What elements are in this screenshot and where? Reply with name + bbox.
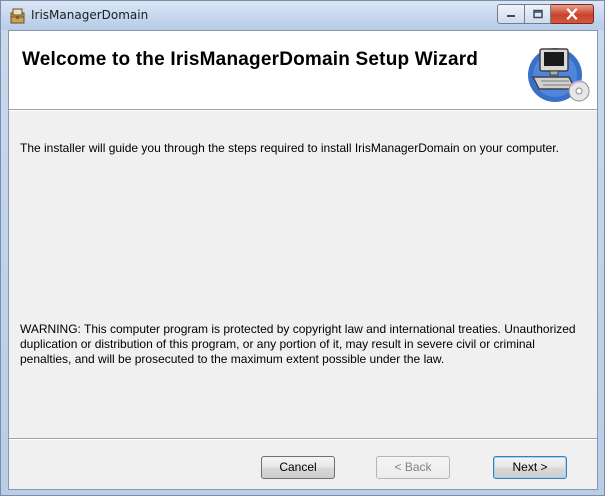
cancel-button[interactable]: Cancel [261, 456, 335, 479]
intro-text: The installer will guide you through the… [20, 141, 559, 155]
minimize-icon [507, 15, 515, 17]
dialog-client-area: Welcome to the IrisManagerDomain Setup W… [8, 30, 598, 490]
setup-window: IrisManagerDomain Welcome to the IrisMan… [0, 0, 605, 496]
caption-buttons [497, 4, 594, 24]
maximize-button[interactable] [525, 4, 551, 24]
installer-icon [10, 8, 25, 24]
title-bar[interactable]: IrisManagerDomain [1, 1, 604, 30]
button-divider [9, 438, 597, 440]
close-button[interactable] [551, 4, 594, 24]
copyright-warning: WARNING: This computer program is protec… [20, 322, 576, 366]
banner: Welcome to the IrisManagerDomain Setup W… [9, 31, 597, 109]
maximize-icon [532, 9, 543, 19]
next-button[interactable]: Next > [493, 456, 567, 479]
back-button[interactable]: < Back [376, 456, 450, 479]
minimize-button[interactable] [497, 4, 525, 24]
close-icon [566, 8, 578, 20]
computer-disc-icon [528, 48, 590, 102]
window-title: IrisManagerDomain [31, 8, 149, 22]
banner-title: Welcome to the IrisManagerDomain Setup W… [22, 49, 479, 70]
banner-divider [9, 109, 597, 111]
